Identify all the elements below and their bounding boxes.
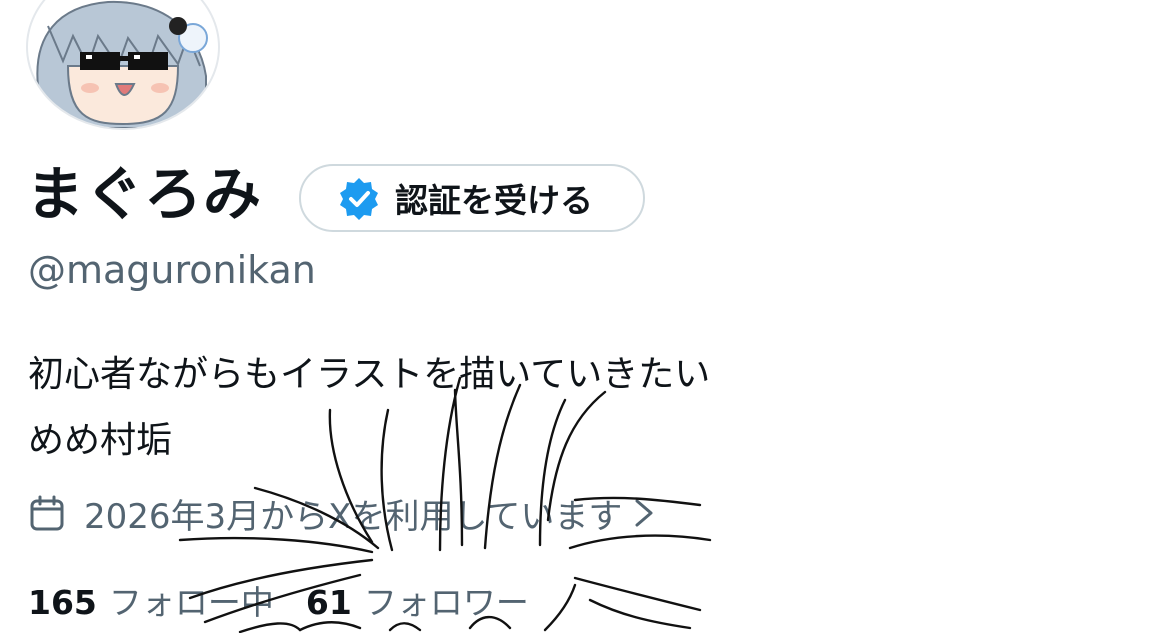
bio-line-1: 初心者ながらもイラストを描いていきたい xyxy=(28,354,711,395)
profile-handle: @maguronikan xyxy=(28,248,316,292)
joined-date-text: 2026年3月からXを利用しています xyxy=(84,496,623,537)
followers-link[interactable]: 61 フォロワー xyxy=(306,576,529,624)
following-label: フォロー中 xyxy=(108,583,274,622)
joined-date-row[interactable]: 2026年3月からXを利用しています xyxy=(28,490,656,537)
follow-stats: 165 フォロー中 61 フォロワー xyxy=(28,576,561,624)
calendar-icon xyxy=(30,495,64,531)
profile-avatar[interactable] xyxy=(26,0,220,130)
avatar-illustration xyxy=(36,0,208,128)
display-name: まぐろみ xyxy=(26,160,263,228)
bio-line-2: めめ村垢 xyxy=(28,420,173,461)
following-link[interactable]: 165 フォロー中 xyxy=(28,576,274,624)
following-count: 165 xyxy=(28,583,97,622)
followers-label: フォロワー xyxy=(363,583,529,622)
get-verified-label: 認証を受ける xyxy=(395,181,593,220)
get-verified-button[interactable]: 認証を受ける xyxy=(299,164,645,232)
followers-count: 61 xyxy=(305,583,352,622)
profile-bio: 初心者ながらもイラストを描いていきたい めめ村垢 xyxy=(28,342,710,474)
chevron-right-icon xyxy=(635,499,653,527)
verified-badge-icon xyxy=(340,178,378,220)
